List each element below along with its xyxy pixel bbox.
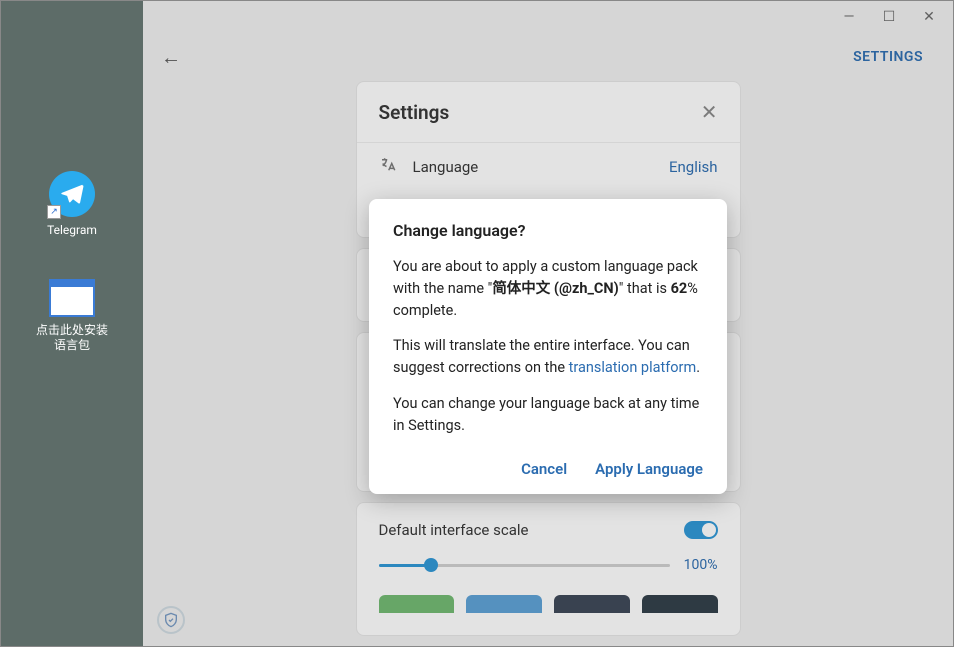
- card-header: Settings ✕: [357, 82, 740, 143]
- title-bar: — ☐ ✕: [143, 1, 953, 33]
- scale-header: Default interface scale: [379, 521, 718, 539]
- modal-text: You can change your language back at any…: [393, 393, 703, 437]
- scale-slider[interactable]: [379, 564, 670, 567]
- theme-thumb-blue[interactable]: [466, 595, 542, 613]
- scale-toggle[interactable]: [684, 521, 718, 539]
- scale-card: Default interface scale 100%: [356, 502, 741, 636]
- row-value: English: [669, 158, 718, 176]
- shield-badge-icon[interactable]: [157, 606, 185, 634]
- modal-text: .: [696, 359, 700, 376]
- modal-title: Change language?: [393, 221, 703, 240]
- back-arrow-icon[interactable]: ←: [161, 45, 181, 70]
- row-language[interactable]: Language English: [357, 143, 740, 191]
- close-window-button[interactable]: ✕: [909, 3, 949, 31]
- modal-langname: 简体中文 (@zh_CN): [492, 280, 618, 297]
- translation-platform-link[interactable]: translation platform: [569, 359, 697, 376]
- translate-icon: [379, 156, 397, 178]
- scale-slider-row: 100%: [379, 557, 718, 573]
- maximize-button[interactable]: ☐: [869, 3, 909, 31]
- desktop-icon-langpack[interactable]: 点击此处安装 语言包: [36, 279, 108, 354]
- scale-label: Default interface scale: [379, 521, 529, 539]
- desktop-icon-telegram[interactable]: ↗ Telegram: [47, 171, 97, 239]
- theme-thumb-green[interactable]: [379, 595, 455, 613]
- desktop-icon-label: Telegram: [47, 223, 97, 239]
- settings-link[interactable]: SETTINGS: [853, 49, 923, 65]
- theme-thumb-dark1[interactable]: [554, 595, 630, 613]
- row-label: Language: [413, 158, 653, 176]
- cancel-button[interactable]: Cancel: [521, 460, 567, 478]
- change-language-modal: Change language? You are about to apply …: [369, 199, 727, 494]
- scale-value: 100%: [684, 557, 718, 573]
- settings-title: Settings: [379, 101, 450, 124]
- minimize-button[interactable]: —: [829, 3, 869, 31]
- shortcut-arrow-icon: ↗: [47, 205, 61, 219]
- slider-thumb[interactable]: [424, 558, 438, 572]
- telegram-icon: ↗: [49, 171, 95, 217]
- desktop-icon-label: 点击此处安装 语言包: [36, 323, 108, 354]
- modal-body: You are about to apply a custom language…: [393, 256, 703, 436]
- theme-thumbnails: [379, 595, 718, 613]
- modal-actions: Cancel Apply Language: [393, 454, 703, 478]
- file-icon: [49, 279, 95, 317]
- apply-language-button[interactable]: Apply Language: [595, 460, 703, 478]
- theme-thumb-dark2[interactable]: [642, 595, 718, 613]
- modal-percent: 62: [671, 280, 688, 297]
- app-header: ← SETTINGS: [143, 33, 953, 81]
- modal-text: " that is: [619, 280, 671, 297]
- app-window: — ☐ ✕ ← SETTINGS Settings ✕ Language Eng…: [143, 1, 953, 646]
- desktop-panel: ↗ Telegram 点击此处安装 语言包: [1, 1, 143, 646]
- close-icon[interactable]: ✕: [701, 100, 718, 124]
